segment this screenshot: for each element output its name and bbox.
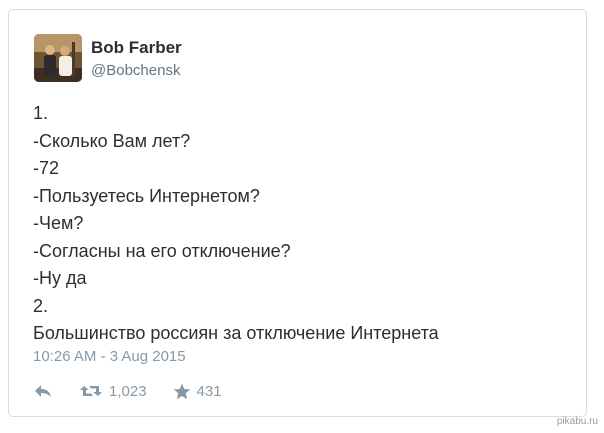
author-display-name[interactable]: Bob Farber [91,38,182,58]
reply-icon [35,385,51,397]
tweet-line: -Сколько Вам лет? [33,130,191,151]
tweet-line: -Пользуетесь Интернетом? [33,185,260,206]
avatar[interactable] [34,34,82,82]
star-icon [173,383,190,399]
tweet-line: -Согласны на его отключение? [33,240,291,261]
watermark: pikabu.ru [556,416,598,427]
tweet-line: -Ну да [33,268,87,288]
retweet-count: 1,023 [109,382,147,400]
reply-button[interactable] [33,383,53,399]
tweet-line: Большинство россиян за отключение Интерн… [33,323,439,343]
avatar-photo-icon [34,34,82,82]
favorite-count: 431 [196,382,222,400]
tweet-line: -Чем? [33,213,84,233]
retweet-icon [80,386,102,396]
tweet-line: -72 [33,158,60,178]
tweet-line: 1. [33,103,49,123]
author-handle[interactable]: @Bobchensk [91,62,180,79]
tweet-actions: 1,023 431 [33,380,222,402]
retweet-button[interactable]: 1,023 [79,383,147,400]
tweet-line: 2. [33,295,49,316]
favorite-button[interactable]: 431 [173,383,222,400]
tweet-text: 1. -Сколько Вам лет? -72 -Пользуетесь Ин… [33,100,573,348]
tweet-timestamp[interactable]: 10:26 AM - 3 Aug 2015 [33,348,186,365]
tweet-card: Bob Farber @Bobchensk 1. -Сколько Вам ле… [8,9,587,417]
